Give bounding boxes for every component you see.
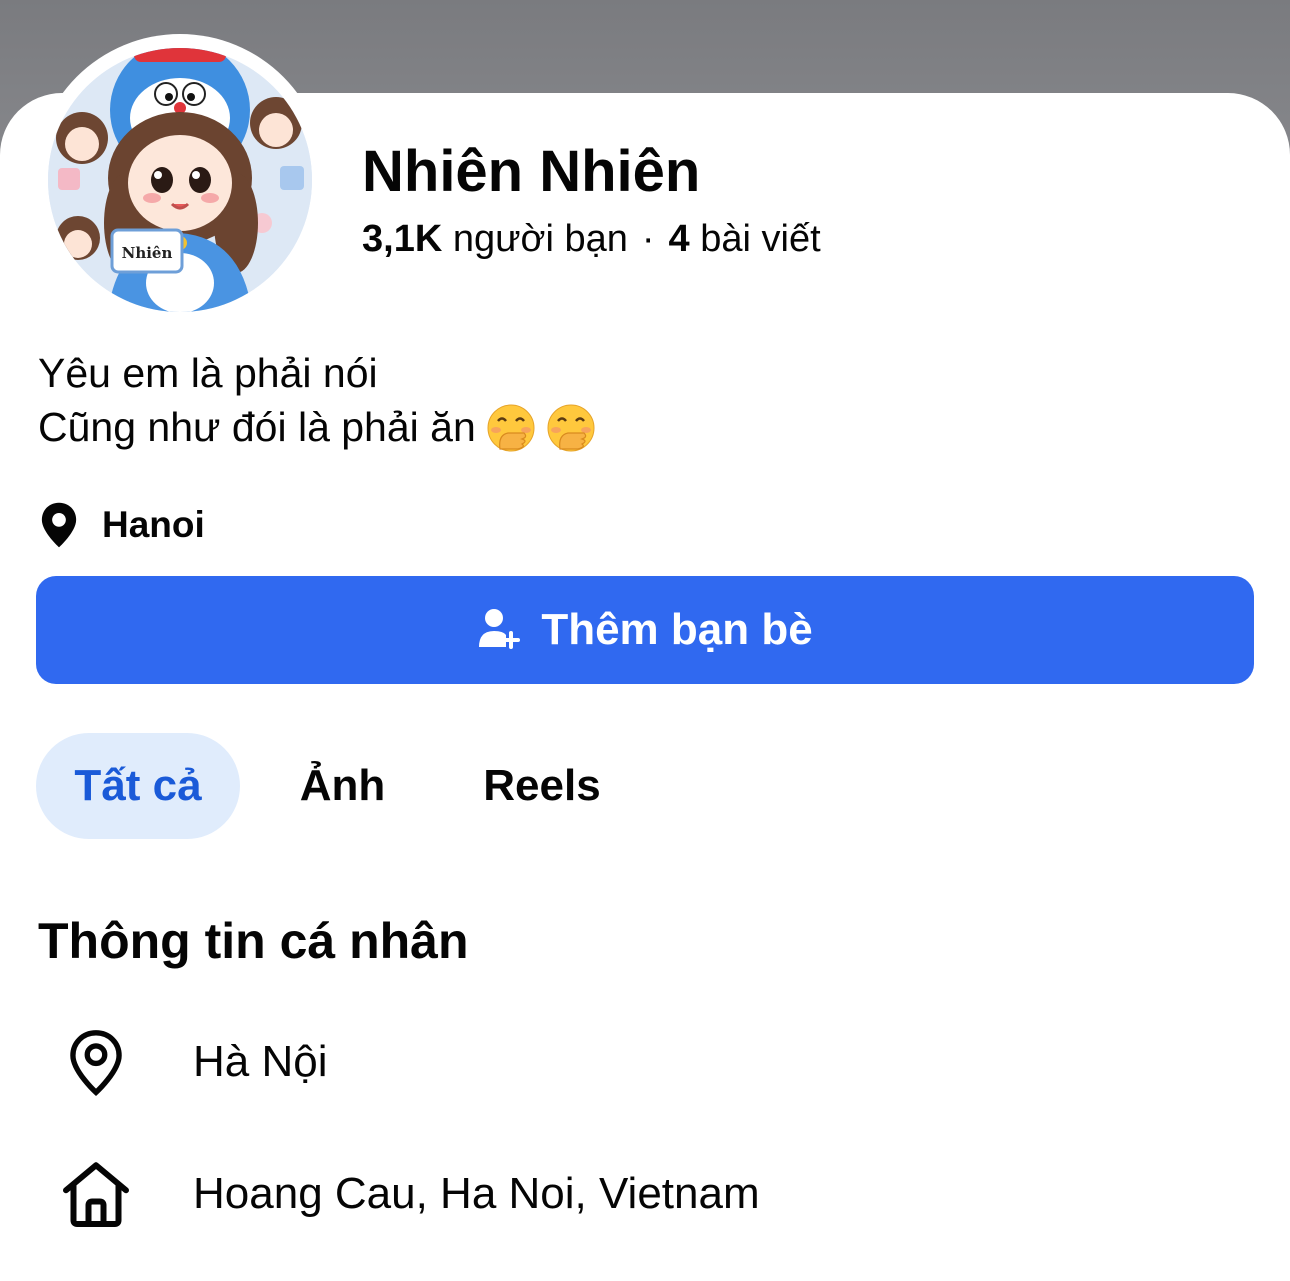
home-icon — [60, 1160, 132, 1228]
info-item-current-city[interactable]: Hà Nội — [60, 1022, 328, 1102]
location-label: Hanoi — [102, 504, 205, 545]
add-friend-button[interactable]: Thêm bạn bè — [36, 576, 1254, 684]
avatar[interactable]: Nhiên — [48, 48, 312, 312]
posts-label: bài viết — [700, 218, 821, 260]
profile-stats: 3,1K người bạn · 4 bài viết — [362, 218, 821, 261]
current-city-text: Hà Nội — [193, 1037, 328, 1086]
profile-name: Nhiên Nhiên — [362, 139, 701, 204]
info-item-hometown[interactable]: Hoang Cau, Ha Noi, Vietnam — [60, 1154, 760, 1234]
friends-label[interactable]: người bạn — [453, 218, 628, 260]
personal-info-title: Thông tin cá nhân — [38, 913, 469, 969]
tab-reels[interactable]: Reels — [460, 733, 624, 839]
hometown-text: Hoang Cau, Ha Noi, Vietnam — [193, 1169, 760, 1218]
tab-all[interactable]: Tất cả — [36, 733, 240, 839]
location-pin-icon — [41, 502, 77, 548]
profile-bio: Yêu em là phải nói Cũng như đói là phải … — [38, 346, 596, 454]
stats-separator: · — [641, 218, 655, 260]
posts-count: 4 — [668, 218, 690, 260]
bio-line-2: Cũng như đói là phải ăn — [38, 400, 596, 454]
friends-count[interactable]: 3,1K — [362, 218, 442, 260]
person-add-icon — [477, 607, 523, 653]
add-friend-label: Thêm bạn bè — [541, 605, 813, 654]
location-pin-outline-icon — [60, 1028, 132, 1096]
bio-line-2-text: Cũng như đói là phải ăn — [38, 404, 476, 450]
tab-photos[interactable]: Ảnh — [270, 733, 415, 839]
bio-line-1: Yêu em là phải nói — [38, 350, 378, 396]
face-with-hand-over-mouth-icon — [547, 404, 595, 452]
avatar-illustration: Nhiên — [48, 48, 312, 312]
avatar-badge-text: Nhiên — [122, 244, 173, 262]
location-summary: Hanoi — [38, 500, 205, 550]
face-with-hand-over-mouth-icon — [487, 404, 535, 452]
